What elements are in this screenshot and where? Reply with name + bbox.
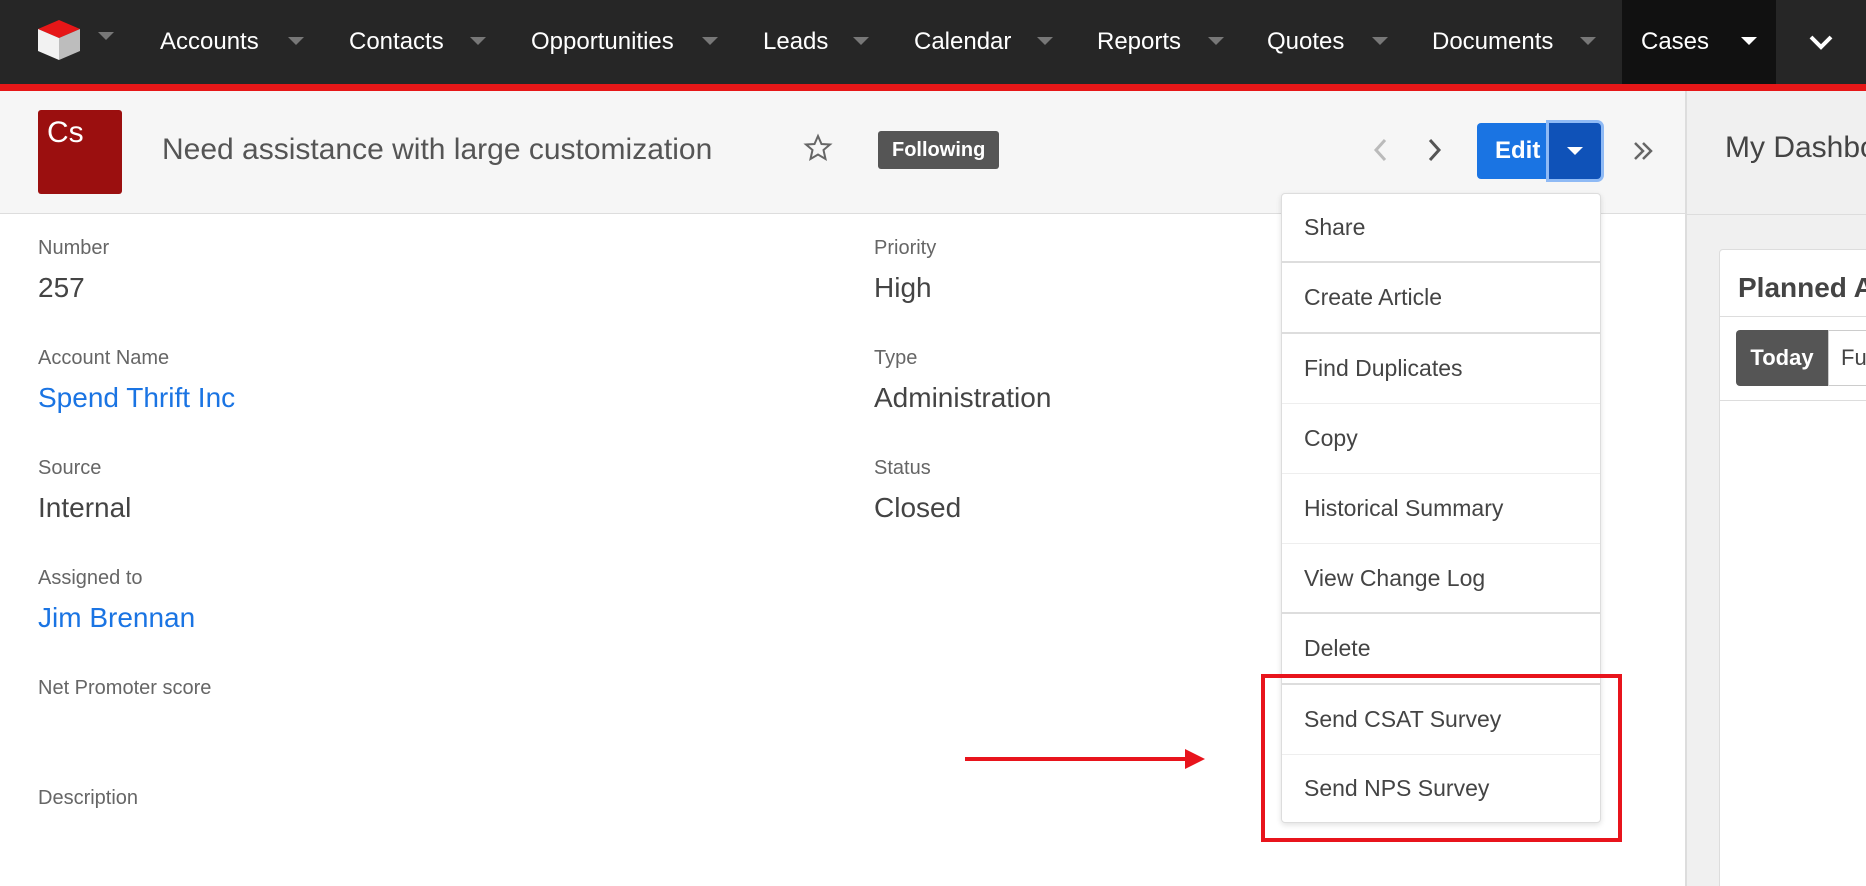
page-title: Need assistance with large customization bbox=[162, 133, 713, 166]
nav-item-documents[interactable]: Documents bbox=[1432, 0, 1596, 84]
nav-item-reports[interactable]: Reports bbox=[1097, 0, 1224, 84]
star-icon[interactable] bbox=[803, 133, 833, 163]
chevron-down-icon[interactable] bbox=[1208, 37, 1224, 45]
caret-down-icon bbox=[1567, 147, 1583, 155]
chevron-down-icon[interactable] bbox=[288, 37, 304, 45]
nav-item-label: Reports bbox=[1097, 28, 1182, 55]
nav-item-leads[interactable]: Leads bbox=[763, 0, 869, 84]
following-button[interactable]: Following bbox=[878, 131, 1000, 169]
next-record-icon[interactable] bbox=[1421, 135, 1447, 165]
divider bbox=[1720, 400, 1866, 401]
nav-item-label: Opportunities bbox=[531, 28, 674, 55]
number-value: 257 bbox=[38, 272, 85, 303]
nav-item-calendar[interactable]: Calendar bbox=[914, 0, 1053, 84]
status-value: Closed bbox=[874, 492, 962, 523]
menu-item-view-change-log[interactable]: View Change Log bbox=[1282, 544, 1600, 612]
chevron-down-icon[interactable] bbox=[853, 37, 869, 45]
nps-label: Net Promoter score bbox=[38, 677, 212, 699]
more-modules-button[interactable] bbox=[1776, 0, 1866, 84]
chevron-down-icon[interactable] bbox=[1580, 37, 1596, 45]
menu-item-create-article[interactable]: Create Article bbox=[1282, 263, 1600, 332]
menu-item-copy[interactable]: Copy bbox=[1282, 404, 1600, 473]
chevron-down-icon bbox=[1809, 35, 1833, 50]
module-badge: Cs bbox=[38, 110, 122, 194]
nav-item-label: Accounts bbox=[160, 28, 259, 55]
source-label: Source bbox=[38, 457, 102, 479]
nav-item-accounts[interactable]: Accounts bbox=[160, 0, 304, 84]
type-label: Type bbox=[874, 347, 918, 369]
priority-label: Priority bbox=[874, 237, 937, 259]
account-name-label: Account Name bbox=[38, 347, 170, 369]
priority-value: High bbox=[874, 272, 932, 303]
previous-record-icon[interactable] bbox=[1368, 135, 1394, 165]
source-value: Internal bbox=[38, 492, 132, 523]
chevron-down-icon[interactable] bbox=[1037, 37, 1053, 45]
tab-future[interactable]: Fu bbox=[1828, 330, 1866, 386]
assigned-to-label: Assigned to bbox=[38, 567, 143, 589]
chevron-down-icon[interactable] bbox=[1372, 37, 1388, 45]
annotation-highlight-box bbox=[1261, 674, 1622, 842]
nav-item-label: Contacts bbox=[349, 28, 444, 55]
actions-dropdown-button[interactable] bbox=[1549, 123, 1601, 179]
menu-item-find-duplicates[interactable]: Find Duplicates bbox=[1282, 334, 1600, 403]
number-label: Number bbox=[38, 237, 110, 259]
chevron-down-icon[interactable] bbox=[702, 37, 718, 45]
home-logo-icon[interactable] bbox=[36, 18, 82, 62]
tab-today[interactable]: Today bbox=[1736, 330, 1828, 386]
nav-item-label: Quotes bbox=[1267, 28, 1345, 55]
chevron-down-icon[interactable] bbox=[98, 32, 114, 42]
edit-button[interactable]: Edit bbox=[1477, 123, 1559, 179]
assigned-to-link[interactable]: Jim Brennan bbox=[38, 602, 195, 634]
dashboard-pane: My Dashbo Planned A Today Fu bbox=[1685, 91, 1866, 886]
planned-activities-dashlet: Planned A Today Fu bbox=[1719, 249, 1866, 886]
divider bbox=[1687, 214, 1866, 215]
divider bbox=[1720, 316, 1866, 317]
dashlet-title: Planned A bbox=[1738, 272, 1866, 303]
annotation-arrow-icon bbox=[965, 749, 1205, 769]
nav-item-label: Leads bbox=[763, 28, 829, 55]
navbar-accent-bar bbox=[0, 84, 1866, 91]
menu-item-share[interactable]: Share bbox=[1282, 194, 1600, 261]
dashboard-title[interactable]: My Dashbo bbox=[1725, 131, 1866, 165]
chevron-down-icon[interactable] bbox=[1741, 37, 1757, 45]
chevron-down-icon[interactable] bbox=[470, 37, 486, 45]
nav-item-label: Cases bbox=[1641, 28, 1710, 55]
nav-item-label: Documents bbox=[1432, 28, 1554, 55]
menu-item-delete[interactable]: Delete bbox=[1282, 614, 1600, 683]
nav-item-quotes[interactable]: Quotes bbox=[1267, 0, 1388, 84]
double-chevron-right-icon[interactable] bbox=[1628, 136, 1658, 166]
nav-item-cases[interactable]: Cases bbox=[1622, 0, 1776, 84]
type-value: Administration bbox=[874, 382, 1052, 413]
nav-item-opportunities[interactable]: Opportunities bbox=[531, 0, 718, 84]
nav-item-label: Calendar bbox=[914, 28, 1012, 55]
status-label: Status bbox=[874, 457, 931, 479]
nav-item-contacts[interactable]: Contacts bbox=[349, 0, 486, 84]
description-label: Description bbox=[38, 787, 139, 809]
account-name-link[interactable]: Spend Thrift Inc bbox=[38, 382, 235, 414]
menu-item-historical-summary[interactable]: Historical Summary bbox=[1282, 474, 1600, 543]
